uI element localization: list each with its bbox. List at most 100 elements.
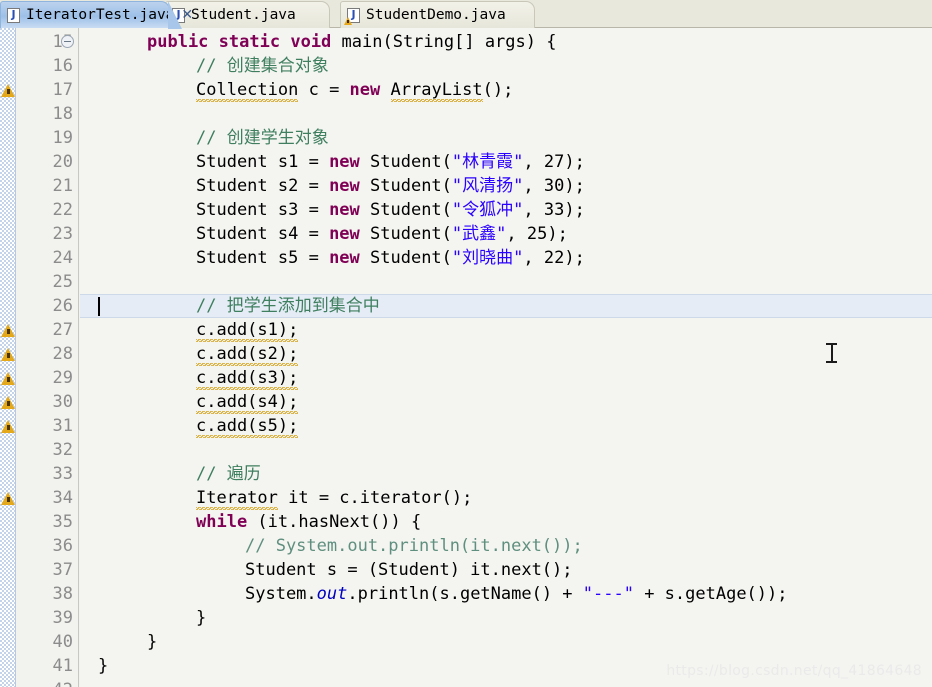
code-line-text: // 把学生添加到集合中 [196,294,380,318]
code-token: Student( [359,152,452,172]
code-line-row[interactable]: 40} [0,630,932,654]
line-number: 24 [52,248,73,268]
warning-triangle-shape [1,84,15,97]
code-token: c.add(s5); [196,416,299,438]
code-line-text: } [147,630,157,654]
code-line-text: // 创建集合对象 [196,54,329,78]
code-line-row[interactable]: 32 [0,438,932,462]
code-token: Student s3 = [196,200,330,220]
code-token: Student s2 = [196,176,330,196]
code-line-text: // System.out.println(it.next()); [245,534,583,558]
code-line-text: c.add(s3); [196,366,299,390]
gutter-warning-icon[interactable] [1,322,16,337]
gutter-warning-icon[interactable] [1,418,16,433]
code-line-text: c.add(s4); [196,390,299,414]
code-fold-collapse-icon[interactable] [61,35,74,48]
code-line-row[interactable]: 23 Student s4 = new Student("武鑫", 25); [0,222,932,246]
code-line-text: while (it.hasNext()) { [196,510,421,534]
code-line-row[interactable]: 16 // 创建集合对象 [0,54,932,78]
code-token: (it.hasNext()) { [247,512,422,532]
code-token: new [349,80,381,100]
line-number: 23 [52,224,73,244]
code-line-row[interactable]: 28 c.add(s2); [0,342,932,366]
code-line-row[interactable]: 20 Student s1 = new Student("林青霞", 27); [0,150,932,174]
gutter-warning-icon[interactable] [1,370,16,385]
gutter-warning-icon[interactable] [1,490,16,505]
code-token: // 创建学生对象 [196,128,329,148]
line-number: 22 [52,200,73,220]
code-line-text: Student s2 = new Student("风清扬", 30); [196,174,585,198]
watermark-text: https://blog.csdn.net/qq_41864648 [666,663,922,679]
code-line-text: // 遍历 [196,462,261,486]
code-token: Student( [359,176,452,196]
code-line-row[interactable]: 42 [0,678,932,687]
code-token: main(String[] args) { [331,32,557,52]
code-line-row[interactable]: 18 [0,102,932,126]
code-token: Collection [196,80,299,102]
line-number: 38 [52,584,73,604]
code-token: .println(s.getName() + [347,584,583,604]
warning-triangle-shape [1,420,15,433]
editor-tab-studentdemo-java[interactable]: StudentDemo.java [340,1,535,28]
tab-close-icon[interactable]: ✕ [181,8,193,22]
line-number: 37 [52,560,73,580]
editor-tab-iteratortest-java[interactable]: IteratorTest.java ✕ [0,1,193,29]
code-token: Student s = (Student) it.next(); [245,560,573,580]
code-line-row[interactable]: 22 Student s3 = new Student("令狐冲", 33); [0,198,932,222]
line-number: 26 [52,296,73,316]
code-token: // 遍历 [196,464,261,484]
code-token: "刘晓曲" [451,248,524,268]
code-line-row[interactable]: 36 // System.out.println(it.next()); [0,534,932,558]
code-token: Student s4 = [196,224,330,244]
code-line-row[interactable]: 21 Student s2 = new Student("风清扬", 30); [0,174,932,198]
gutter-warning-icon[interactable] [1,346,16,361]
code-line-row[interactable]: 27 c.add(s1); [0,318,932,342]
code-line-row[interactable]: 35 while (it.hasNext()) { [0,510,932,534]
gutter-warning-icon[interactable] [1,82,16,97]
code-line-row[interactable]: 17 Collection c = new ArrayList(); [0,78,932,102]
code-editor[interactable]: 15public static void main(String[] args)… [0,28,932,687]
code-line-row[interactable]: 30 c.add(s4); [0,390,932,414]
warning-triangle-shape [1,492,15,505]
code-token: static [218,32,281,52]
code-token: new [329,248,360,268]
code-token: "武鑫" [451,224,507,244]
code-token: , 30); [523,176,585,196]
code-token: new [329,176,360,196]
code-line-row[interactable]: 26 // 把学生添加到集合中 [0,294,932,318]
line-number: 19 [52,128,73,148]
code-token: out [316,584,348,604]
code-line-row[interactable]: 15public static void main(String[] args)… [0,30,932,54]
code-token: c = [298,80,350,100]
code-line-text: } [196,606,206,630]
warning-triangle-shape [1,324,15,337]
code-token: new [329,152,360,172]
line-number: 29 [52,368,73,388]
code-token: c.add(s3); [196,368,299,390]
code-line-row[interactable]: 25 [0,270,932,294]
code-line-text: Student s5 = new Student("刘晓曲", 22); [196,246,585,270]
code-token: , 25); [506,224,568,244]
line-number: 25 [52,272,73,292]
code-line-row[interactable]: 24 Student s5 = new Student("刘晓曲", 22); [0,246,932,270]
code-token: c.add(s1); [196,320,299,342]
code-line-row[interactable]: 38 System.out.println(s.getName() + "---"… [0,582,932,606]
code-token: Student( [359,248,452,268]
code-token: Student s5 = [196,248,330,268]
line-number: 21 [52,176,73,196]
code-line-row[interactable]: 31 c.add(s5); [0,414,932,438]
code-line-row[interactable]: 34 Iterator it = c.iterator(); [0,486,932,510]
code-line-row[interactable]: 39} [0,606,932,630]
gutter-warning-icon[interactable] [1,394,16,409]
code-line-text: Student s3 = new Student("令狐冲", 33); [196,198,585,222]
code-line-row[interactable]: 19 // 创建学生对象 [0,126,932,150]
code-line-row[interactable]: 29 c.add(s3); [0,366,932,390]
code-token: Student( [359,224,452,244]
line-number: 41 [52,656,73,676]
code-line-row[interactable]: 33 // 遍历 [0,462,932,486]
tab-label: IteratorTest.java [26,7,175,23]
code-line-row[interactable]: 37 Student s = (Student) it.next(); [0,558,932,582]
